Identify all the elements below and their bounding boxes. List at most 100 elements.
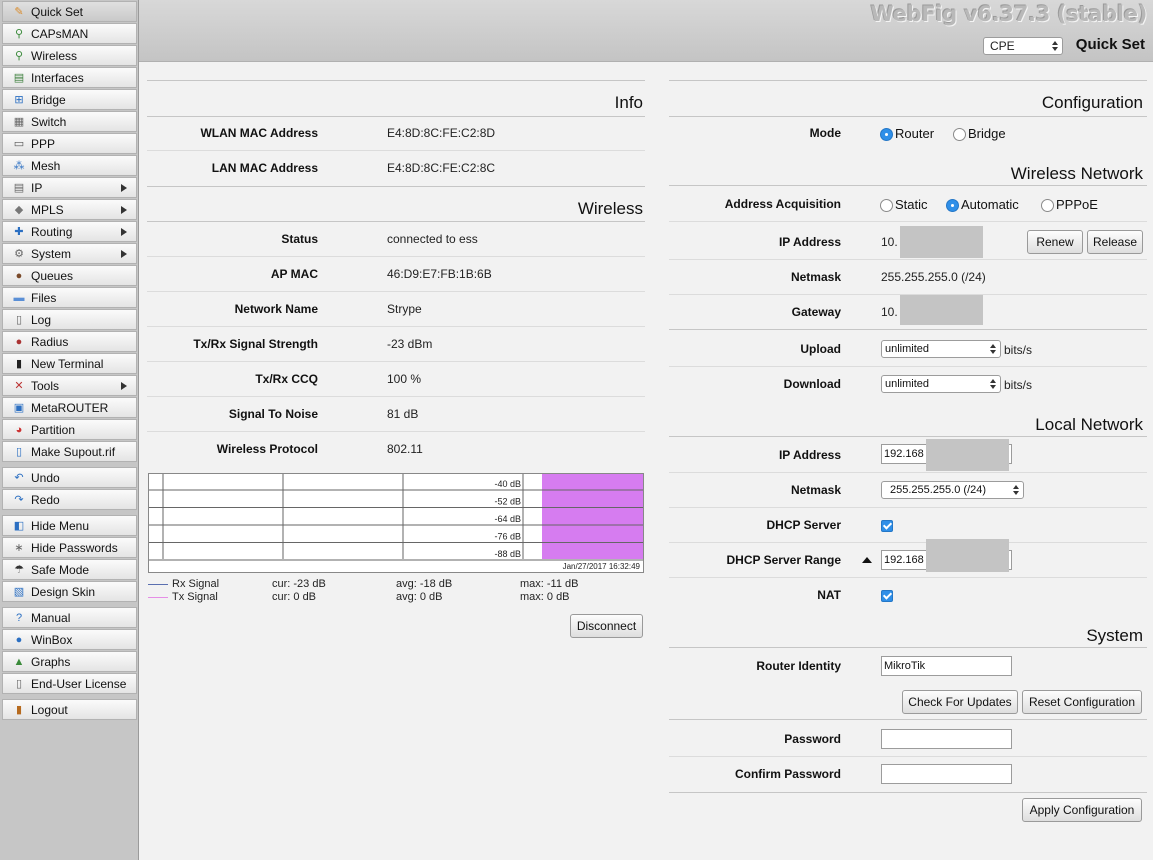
mode-router-label[interactable]: Router — [895, 126, 934, 141]
sidebar-item-mesh[interactable]: ⁂ Mesh — [2, 155, 137, 176]
sidebar-item-graphs[interactable]: ▲ Graphs — [2, 651, 137, 672]
acq-automatic-radio[interactable] — [946, 199, 959, 212]
sidebar-item-quick-set[interactable]: ✎ Quick Set — [2, 1, 137, 22]
mpls-icon: ◆ — [14, 203, 24, 216]
sidebar-item-label: Queues — [31, 268, 74, 283]
acq-pppoe-label[interactable]: PPPoE — [1056, 197, 1098, 212]
legend-name: Rx Signal — [172, 578, 220, 590]
acq-automatic-label[interactable]: Automatic — [961, 197, 1019, 212]
confirm-password-input[interactable] — [881, 764, 1012, 784]
submenu-arrow-icon — [121, 184, 127, 192]
mode-router-radio[interactable] — [880, 128, 893, 141]
upload-select-value: unlimited — [885, 343, 930, 355]
disconnect-button[interactable]: Disconnect — [570, 614, 643, 638]
lan-netmask-select-value: 255.255.255.0 (/24) — [890, 484, 987, 496]
download-select[interactable]: unlimited — [881, 375, 1001, 393]
undo-icon: ↶ — [14, 471, 24, 484]
sidebar-item-radius[interactable]: ● Radius — [2, 331, 137, 352]
apply-configuration-button[interactable]: Apply Configuration — [1022, 798, 1142, 822]
sidebar-item-make-supout-rif[interactable]: ▯ Make Supout.rif — [2, 441, 137, 462]
sidebar-item-routing[interactable]: ✚ Routing — [2, 221, 137, 242]
sidebar-item-mpls[interactable]: ◆ MPLS — [2, 199, 137, 220]
password-label: Password — [784, 732, 841, 746]
chart-signal-fill — [542, 474, 643, 559]
release-button[interactable]: Release — [1087, 230, 1143, 254]
mode-bridge-radio[interactable] — [953, 128, 966, 141]
sidebar-item-label: Switch — [31, 114, 67, 129]
sidebar-item-wireless[interactable]: ⚲ Wireless — [2, 45, 137, 66]
legend-swatch — [148, 584, 168, 585]
sidebar-item-design-skin[interactable]: ▧ Design Skin — [2, 581, 137, 602]
acq-static-label[interactable]: Static — [895, 197, 928, 212]
ccq-label: Tx/Rx CCQ — [255, 372, 318, 386]
sidebar-item-partition[interactable]: ◕ Partition — [2, 419, 137, 440]
status-value: connected to ess — [387, 232, 478, 246]
sidebar-item-label: Design Skin — [31, 584, 96, 599]
acq-pppoe-radio[interactable] — [1041, 199, 1054, 212]
row-divider — [147, 291, 645, 292]
sidebar-item-label: Mesh — [31, 158, 61, 173]
sidebar-item-ip[interactable]: ▤ IP — [2, 177, 137, 198]
snr-value: 81 dB — [387, 407, 419, 421]
router-identity-input[interactable]: MikroTik — [881, 656, 1012, 676]
sidebar-item-label: Radius — [31, 334, 69, 349]
submenu-arrow-icon — [121, 250, 127, 258]
sidebar-item-undo[interactable]: ↶ Undo — [2, 467, 137, 488]
password-input[interactable] — [881, 729, 1012, 749]
legend-cur: cur: -23 dB — [272, 578, 326, 590]
ip-icon: ▤ — [13, 181, 25, 194]
chart-y-tick-label: -52 dB — [494, 497, 521, 507]
tools-icon: ✕ — [14, 379, 24, 392]
sidebar-item-redo[interactable]: ↷ Redo — [2, 489, 137, 510]
divider — [669, 80, 1147, 81]
sidebar-item-tools[interactable]: ✕ Tools — [2, 375, 137, 396]
sidebar-item-hide-menu[interactable]: ◧ Hide Menu — [2, 515, 137, 536]
configuration-section-title: Configuration — [1041, 93, 1143, 112]
submenu-arrow-icon — [121, 206, 127, 214]
system-icon: ⚙ — [14, 247, 24, 260]
hide-passwords-icon: ∗ — [14, 541, 24, 554]
upload-unit: bits/s — [1004, 343, 1033, 357]
status-label: Status — [281, 232, 318, 246]
check-for-updates-button[interactable]: Check For Updates — [902, 690, 1018, 714]
sidebar-item-safe-mode[interactable]: ☂ Safe Mode — [2, 559, 137, 580]
sidebar-item-log[interactable]: ▯ Log — [2, 309, 137, 330]
mode-bridge-label[interactable]: Bridge — [968, 126, 1006, 141]
sidebar-item-label: IP — [31, 180, 43, 195]
collapse-arrow-icon[interactable] — [862, 557, 872, 563]
sidebar-item-end-user-license[interactable]: ▯ End-User License — [2, 673, 137, 694]
snr-label: Signal To Noise — [228, 407, 318, 421]
sidebar-item-files[interactable]: ▬ Files — [2, 287, 137, 308]
nat-checkbox[interactable] — [881, 590, 893, 602]
lan-netmask-select[interactable]: 255.255.255.0 (/24) — [881, 481, 1024, 499]
sidebar-item-bridge[interactable]: ⊞ Bridge — [2, 89, 137, 110]
manual-icon: ? — [15, 611, 23, 624]
sidebar-item-logout[interactable]: ▮ Logout — [2, 699, 137, 720]
select-arrows-icon — [990, 343, 996, 355]
sidebar-item-system[interactable]: ⚙ System — [2, 243, 137, 264]
sidebar-item-manual[interactable]: ? Manual — [2, 607, 137, 628]
sidebar-item-ppp[interactable]: ▭ PPP — [2, 133, 137, 154]
sidebar-item-label: Interfaces — [31, 70, 84, 85]
reset-configuration-button[interactable]: Reset Configuration — [1022, 690, 1142, 714]
renew-button[interactable]: Renew — [1027, 230, 1083, 254]
mode-label: Mode — [809, 126, 841, 140]
sidebar-item-interfaces[interactable]: ▤ Interfaces — [2, 67, 137, 88]
legend-avg: avg: -18 dB — [396, 578, 453, 590]
mode-select[interactable]: CPE — [983, 37, 1063, 55]
dhcp-server-checkbox[interactable] — [881, 520, 893, 532]
confirm-password-label: Confirm Password — [734, 767, 841, 781]
sidebar-item-metarouter[interactable]: ▣ MetaROUTER — [2, 397, 137, 418]
sidebar-item-hide-passwords[interactable]: ∗ Hide Passwords — [2, 537, 137, 558]
row-divider — [669, 259, 1147, 260]
redacted-block — [926, 539, 1009, 572]
lan-mac-value: E4:8D:8C:FE:C2:8C — [387, 161, 496, 175]
sidebar-item-switch[interactable]: ▦ Switch — [2, 111, 137, 132]
acq-static-radio[interactable] — [880, 199, 893, 212]
sidebar-item-capsman[interactable]: ⚲ CAPsMAN — [2, 23, 137, 44]
upload-select[interactable]: unlimited — [881, 340, 1001, 358]
sidebar-item-winbox[interactable]: ● WinBox — [2, 629, 137, 650]
sidebar-item-queues[interactable]: ● Queues — [2, 265, 137, 286]
sidebar-item-new-terminal[interactable]: ▮ New Terminal — [2, 353, 137, 374]
sidebar-item-label: Graphs — [31, 654, 71, 669]
